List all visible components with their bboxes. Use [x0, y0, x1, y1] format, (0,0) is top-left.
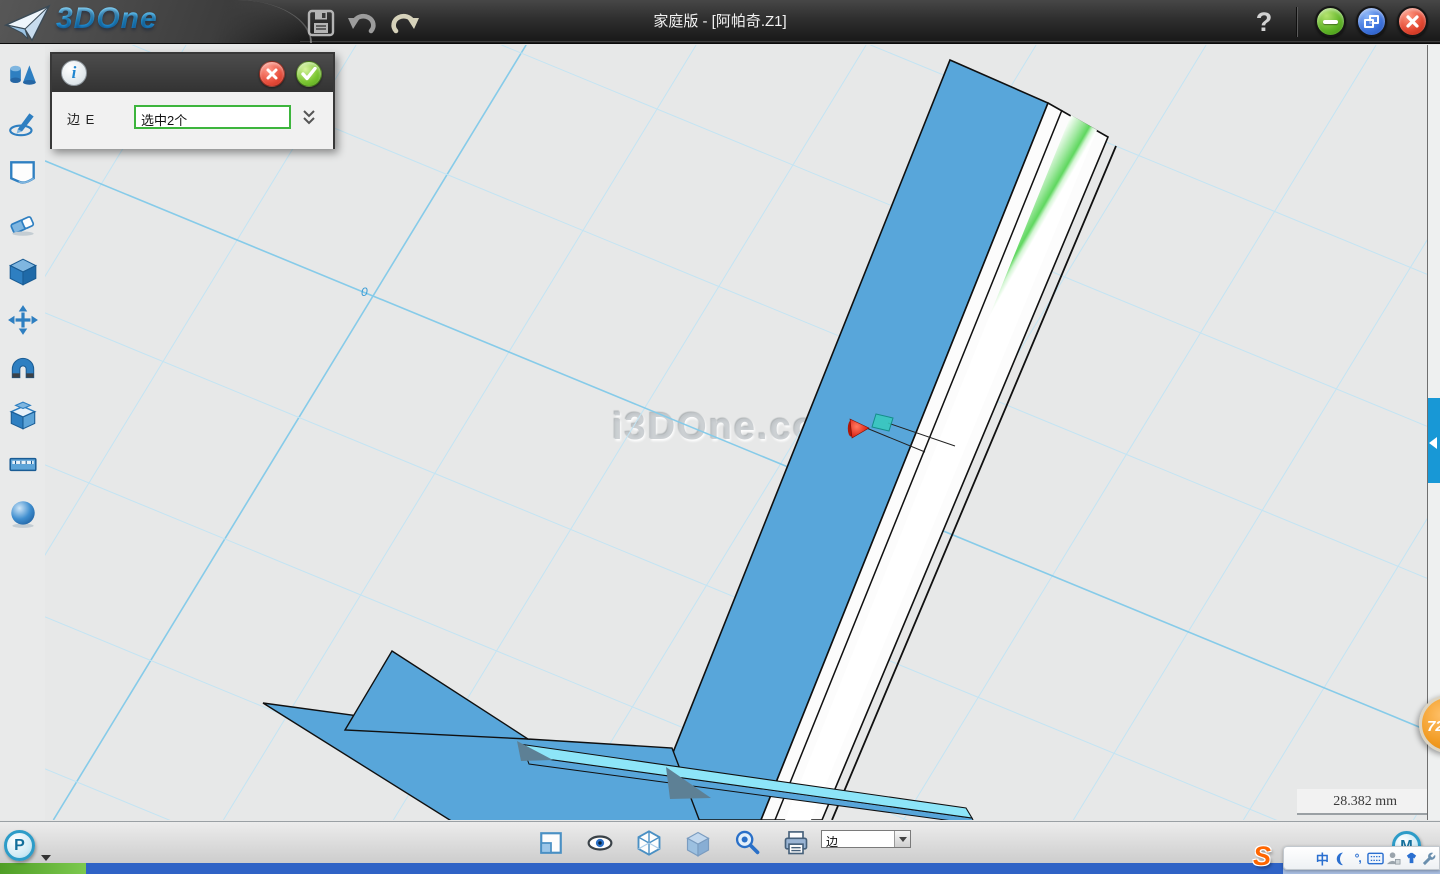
- undo-button[interactable]: [347, 8, 377, 38]
- chevron-down-icon: [899, 837, 907, 842]
- titlebar-separator: [1296, 7, 1297, 37]
- edge-field-label: 边 E: [67, 109, 95, 128]
- filter-dropdown-value: 边: [826, 833, 838, 850]
- ime-logo[interactable]: S: [1253, 841, 1271, 872]
- ruler-box-icon: [7, 448, 39, 480]
- dropdown-button[interactable]: [894, 831, 910, 847]
- grid-line: [0, 45, 356, 820]
- shaded-view-button[interactable]: [684, 829, 712, 857]
- zoom-button[interactable]: [733, 829, 761, 857]
- material-render-button[interactable]: [6, 496, 40, 532]
- ime-punctuation-toggle[interactable]: °,: [1349, 848, 1366, 868]
- measure-button[interactable]: [6, 446, 40, 482]
- sketch-edit-button[interactable]: [6, 205, 40, 241]
- os-taskbar-strip: [0, 863, 1440, 874]
- sketch-plane-button[interactable]: [6, 155, 40, 191]
- visibility-button[interactable]: [586, 829, 614, 857]
- shirt-icon: [1404, 851, 1419, 865]
- sketch-plane-icon: [7, 157, 39, 189]
- left-toolbar: [0, 45, 45, 820]
- move-arrows-icon: [7, 304, 39, 336]
- solid-cube-icon: [684, 829, 712, 857]
- ime-skin-button[interactable]: [1403, 848, 1420, 868]
- ime-settings-button[interactable]: [1420, 848, 1437, 868]
- wireframe-view-button[interactable]: [635, 829, 663, 857]
- panel-expand-handle[interactable]: [1428, 398, 1440, 483]
- print-button[interactable]: [782, 829, 810, 857]
- dialog-body: 边 E 选中2个: [52, 92, 333, 149]
- tail-fin: [345, 651, 528, 739]
- confirm-button[interactable]: [296, 61, 322, 87]
- minimize-icon: [1323, 20, 1338, 24]
- restore-icon: [1364, 15, 1379, 28]
- plane-toggle-icon: [538, 830, 564, 856]
- info-icon: i: [61, 60, 87, 86]
- title-bar: 3DOne 家庭版 - [阿帕奇.Z1] ?: [0, 0, 1440, 44]
- save-icon: [307, 9, 335, 37]
- ime-toolbar: 中 °,: [1283, 846, 1440, 870]
- sphere-icon: [7, 498, 39, 530]
- edge-selection-input[interactable]: 选中2个: [134, 105, 291, 129]
- redo-button[interactable]: [390, 8, 420, 38]
- cube-icon: [7, 256, 39, 288]
- filter-dropdown[interactable]: 边: [821, 830, 911, 848]
- expand-chevron-button[interactable]: [298, 105, 320, 129]
- sketch-button[interactable]: [6, 106, 40, 142]
- chevron-left-icon: [1429, 437, 1437, 449]
- cancel-x-icon: [265, 67, 279, 81]
- keyboard-icon: [1367, 852, 1384, 865]
- edge-selection-dialog: i 边 E 选中2个: [50, 52, 335, 149]
- close-button[interactable]: [1397, 6, 1428, 37]
- ime-fullwidth-toggle[interactable]: [1332, 848, 1349, 868]
- primitives-button[interactable]: [6, 58, 40, 94]
- snap-button[interactable]: [6, 350, 40, 386]
- combine-button[interactable]: [6, 398, 40, 434]
- user-icon: [1386, 851, 1401, 866]
- show-plane-button[interactable]: [537, 829, 565, 857]
- dialog-header: i: [52, 54, 333, 92]
- printer-icon: [782, 829, 810, 857]
- moon-icon: [1333, 851, 1348, 866]
- combine-boxes-icon: [7, 400, 39, 432]
- grid-line: [1073, 45, 1440, 820]
- plugin-badge[interactable]: P: [4, 830, 35, 861]
- magnet-icon: [7, 352, 39, 384]
- grid-line: [1243, 45, 1440, 820]
- redo-icon: [390, 9, 420, 37]
- close-icon: [1405, 14, 1420, 29]
- cancel-button[interactable]: [259, 61, 285, 87]
- restore-button[interactable]: [1356, 6, 1387, 37]
- grid-origin-label: 0: [361, 285, 368, 299]
- app-logo: 3DOne: [56, 2, 158, 36]
- double-chevron-down-icon: [302, 109, 316, 126]
- 3done-app-window: i3DOne.com 0 28.382 mm 3DOne: [0, 0, 1440, 874]
- ime-keyboard-button[interactable]: [1367, 848, 1384, 868]
- bottom-bar: [0, 821, 1440, 863]
- wrench-icon: [1421, 851, 1436, 866]
- save-button[interactable]: [306, 8, 336, 38]
- wireframe-cube-icon: [635, 829, 663, 857]
- undo-icon: [347, 9, 377, 37]
- confirm-check-icon: [301, 67, 317, 81]
- measurement-readout: 28.382 mm: [1297, 789, 1427, 815]
- ime-handwriting-button[interactable]: [1385, 848, 1402, 868]
- eye-icon: [586, 830, 614, 856]
- plugin-dropdown-arrow[interactable]: [41, 855, 51, 861]
- sketch-pencil-icon: [7, 108, 39, 140]
- os-strip-green: [0, 863, 86, 874]
- minimize-button[interactable]: [1315, 6, 1346, 37]
- primitives-icon: [7, 60, 39, 92]
- eraser-icon: [7, 207, 39, 239]
- ime-lang-toggle[interactable]: 中: [1314, 848, 1331, 868]
- move-button[interactable]: [6, 302, 40, 338]
- paper-plane-logo-icon: [4, 3, 52, 43]
- magnifier-icon: [733, 829, 761, 857]
- help-button[interactable]: ?: [1247, 4, 1281, 40]
- feature-modeling-button[interactable]: [6, 254, 40, 290]
